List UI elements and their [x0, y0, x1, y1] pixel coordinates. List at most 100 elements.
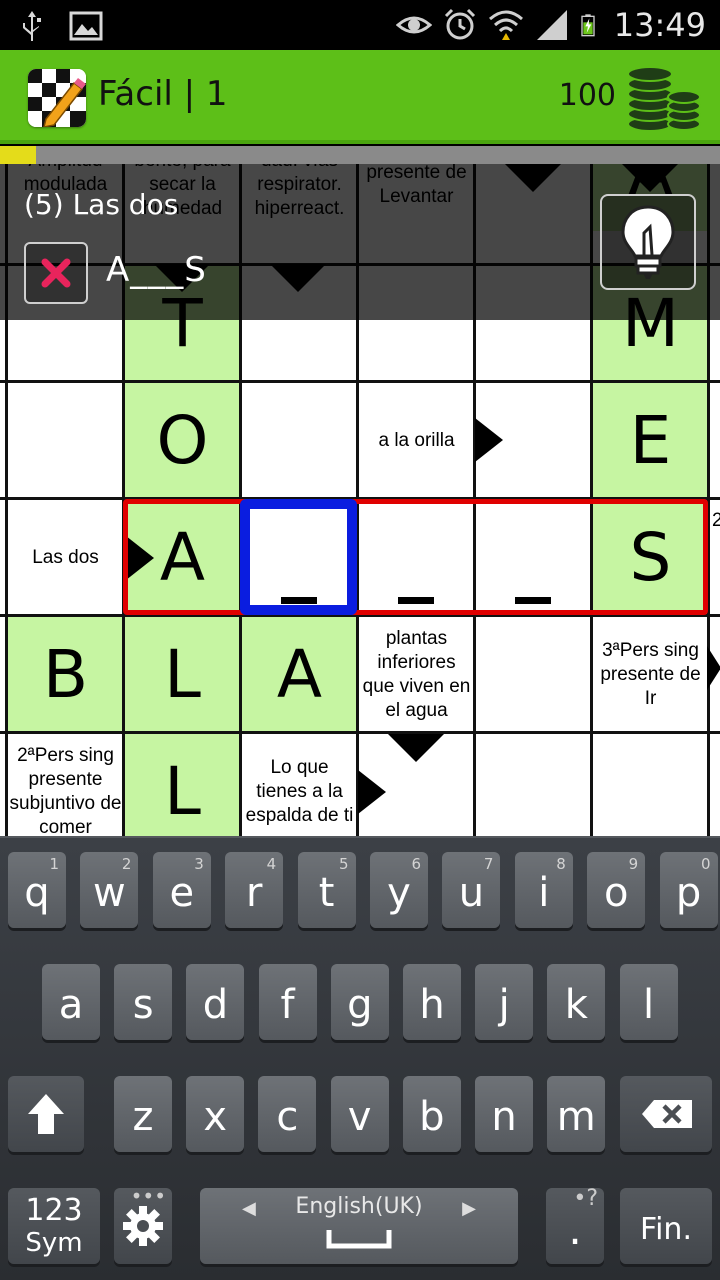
active-word-highlight — [123, 499, 708, 615]
key-g[interactable]: g — [330, 964, 389, 1040]
grid-cell[interactable]: B — [7, 616, 124, 733]
grid-cell[interactable]: E — [592, 382, 709, 499]
shift-key[interactable] — [8, 1076, 84, 1152]
space-key[interactable]: English(UK) ◀ ▶ — [200, 1188, 518, 1264]
key-label: u — [458, 870, 485, 916]
grid-cell[interactable]: L — [124, 733, 241, 836]
key-v[interactable]: v — [330, 1076, 389, 1152]
grid-cell[interactable] — [475, 616, 592, 733]
coins-icon — [627, 66, 701, 132]
chevron-left-icon: ◀ — [242, 1198, 256, 1219]
symbols-key[interactable]: 123 Sym — [8, 1188, 100, 1264]
app-logo-icon[interactable] — [28, 69, 86, 127]
cell-letter: L — [164, 636, 201, 713]
key-m[interactable]: m — [547, 1076, 606, 1152]
key-label: c — [276, 1094, 299, 1140]
battery-charging-icon — [581, 14, 595, 37]
grid-cell[interactable] — [241, 382, 358, 499]
key-label: v — [347, 1094, 372, 1140]
grid-cell[interactable] — [592, 733, 709, 836]
image-icon — [69, 11, 103, 41]
key-u[interactable]: 7u — [442, 852, 501, 928]
cell-clue: a la orilla — [378, 430, 455, 451]
key-k[interactable]: k — [547, 964, 606, 1040]
shift-arrow-icon — [28, 1094, 64, 1134]
backspace-icon — [642, 1100, 692, 1128]
key-j[interactable]: j — [475, 964, 534, 1040]
grid-cell[interactable]: 3ªPers sing presente de Ir — [592, 616, 709, 733]
key-label: e — [169, 870, 195, 916]
grid-cell[interactable]: 2ªPers sing presente subjuntivo de comer — [7, 733, 124, 836]
edge-clue-fragment: 2 — [712, 510, 720, 531]
grid-cell[interactable] — [475, 733, 592, 836]
clue-panel: (5) Las dos A___S — [0, 164, 720, 320]
key-y[interactable]: 6y — [370, 852, 428, 928]
grid-cell[interactable]: Lo que tienes a la espalda de ti — [241, 733, 358, 836]
key-label: m — [556, 1094, 596, 1140]
clear-word-button[interactable] — [24, 242, 88, 304]
key-o[interactable]: 9o — [587, 852, 646, 928]
backspace-key[interactable] — [620, 1076, 712, 1152]
key-w[interactable]: 2w — [80, 852, 139, 928]
grid-cell[interactable] — [7, 382, 124, 499]
period-key-label: . — [568, 1204, 582, 1254]
settings-key[interactable]: ••• — [114, 1184, 172, 1264]
app-bar: Fácil | 1 100 — [0, 50, 720, 144]
key-s[interactable]: s — [114, 964, 173, 1040]
key-i[interactable]: 8i — [514, 852, 573, 928]
key-l[interactable]: l — [619, 964, 678, 1040]
key-label: n — [491, 1094, 517, 1140]
key-p[interactable]: 0p — [659, 852, 718, 928]
key-label: l — [643, 982, 655, 1028]
level-title: Fácil | 1 — [98, 74, 228, 114]
key-label: j — [498, 982, 510, 1028]
arrow-down-icon — [388, 734, 444, 762]
key-label: y — [387, 870, 411, 916]
key-label: o — [603, 870, 629, 916]
grid-cell[interactable]: plantas inferiores que viven en el agua — [358, 616, 475, 733]
grid-cell[interactable]: L — [124, 616, 241, 733]
key-a[interactable]: a — [42, 964, 100, 1040]
eye-icon — [395, 16, 432, 34]
key-d[interactable]: d — [186, 964, 245, 1040]
key-t[interactable]: 5t — [297, 852, 356, 928]
soft-keyboard: 1q2w3e4r5t6y7u8i9o0p a s d f gh j k l z x c v bnm 1… — [0, 836, 720, 1280]
clock: 13:49 — [613, 6, 706, 44]
key-label: s — [132, 982, 154, 1028]
key-label: g — [347, 982, 373, 1028]
done-key[interactable]: Fin. — [620, 1188, 712, 1264]
grid-cell[interactable]: A — [241, 616, 358, 733]
key-e[interactable]: 3e — [152, 852, 211, 928]
key-c[interactable]: c — [258, 1076, 317, 1152]
key-q[interactable]: 1q — [8, 852, 66, 928]
grid-cell[interactable]: Las dos — [7, 499, 124, 616]
arrow-right-icon — [475, 418, 503, 462]
key-h[interactable]: h — [403, 964, 461, 1040]
key-b[interactable]: b — [402, 1076, 461, 1152]
arrow-right-icon — [358, 770, 386, 814]
grid-cell[interactable]: a la orilla — [358, 382, 475, 499]
progress-fill — [0, 146, 36, 164]
key-n[interactable]: n — [475, 1076, 533, 1152]
hint-button[interactable] — [600, 194, 696, 290]
usb-icon — [23, 11, 41, 41]
close-icon — [41, 258, 71, 288]
progress-bar — [0, 146, 720, 164]
period-key[interactable]: •? . — [546, 1186, 604, 1264]
arrow-right-icon — [707, 646, 720, 690]
key-z[interactable]: z — [114, 1076, 172, 1152]
key-f[interactable]: f — [258, 964, 317, 1040]
cell-clue: plantas inferiores que viven en el agua — [362, 628, 471, 721]
key-x[interactable]: x — [186, 1076, 245, 1152]
key-label: k — [564, 982, 588, 1028]
current-clue: (5) Las dos — [24, 188, 179, 221]
grid-cell[interactable]: O — [124, 382, 241, 499]
key-label: h — [419, 982, 445, 1028]
cell-clue: 2ªPers sing presente subjuntivo de comer — [9, 745, 122, 836]
chevron-right-icon: ▶ — [462, 1198, 476, 1219]
cell-clue: Las dos — [32, 547, 99, 568]
alarm-icon — [444, 8, 475, 40]
key-r[interactable]: 4r — [225, 852, 284, 928]
lightbulb-icon — [621, 205, 675, 279]
key-label: i — [538, 870, 550, 916]
